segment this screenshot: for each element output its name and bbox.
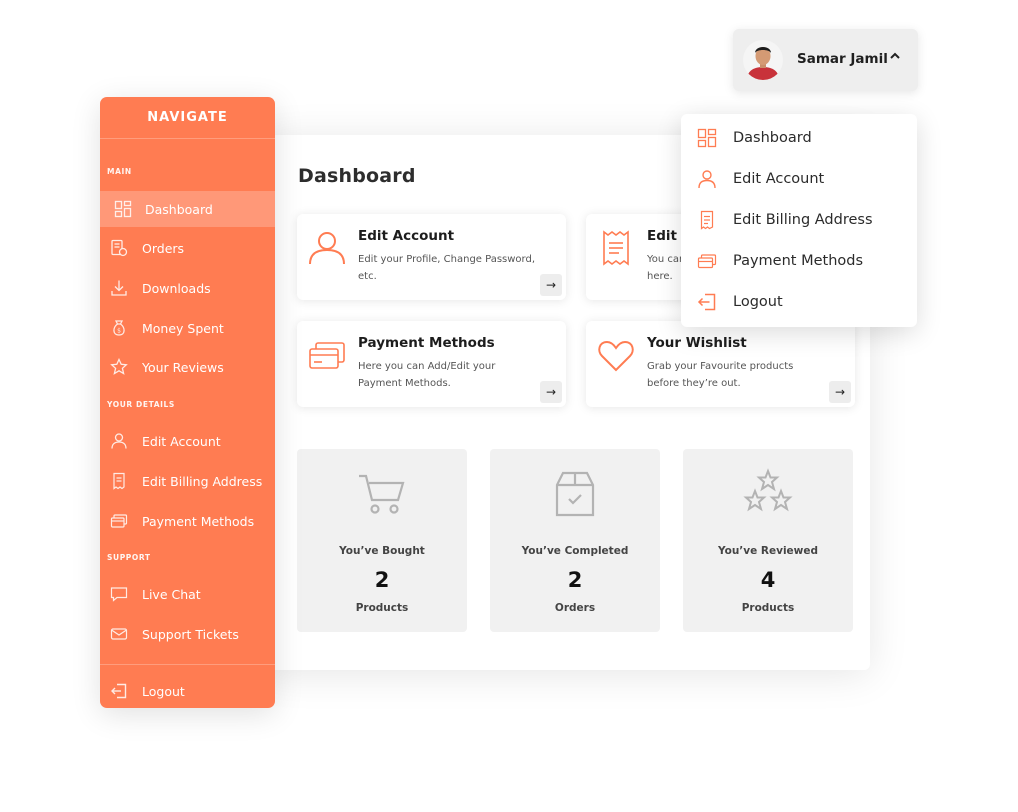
stat-tile-completed: You’ve Completed 2 Orders xyxy=(490,449,660,632)
dropdown-item-label: Edit Billing Address xyxy=(733,212,873,228)
sidebar-item-your-reviews[interactable]: Your Reviews xyxy=(100,349,275,385)
sidebar-item-label: Payment Methods xyxy=(142,513,255,529)
dropdown-item-dashboard[interactable]: Dashboard xyxy=(681,118,917,158)
sidebar-item-label: Edit Billing Address xyxy=(142,473,263,489)
stat-unit: Products xyxy=(741,602,795,614)
sidebar-item-label: Logout xyxy=(142,683,185,699)
user-menu-button[interactable]: Samar Jamil xyxy=(733,29,918,91)
card-description: Grab your Favourite products before they… xyxy=(647,361,794,389)
dropdown-item-label: Edit Account xyxy=(733,171,825,187)
dropdown-item-edit-billing-address[interactable]: Edit Billing Address xyxy=(681,200,917,240)
stat-unit: Orders xyxy=(554,602,596,614)
orders-icon xyxy=(111,239,128,257)
sidebar-item-orders[interactable]: Orders xyxy=(100,230,275,266)
star-icon xyxy=(110,358,128,375)
logout-icon xyxy=(697,293,716,311)
card-your-wishlist[interactable]: Your Wishlist Grab your Favourite produc… xyxy=(586,321,855,407)
section-label-support: SUPPORT xyxy=(107,553,151,562)
stat-value: 4 xyxy=(760,568,776,592)
dashboard-grid-icon xyxy=(114,200,132,218)
stat-value: 2 xyxy=(374,568,390,592)
chat-icon xyxy=(110,587,128,602)
sidebar-item-edit-account[interactable]: Edit Account xyxy=(100,423,275,459)
dropdown-item-edit-account[interactable]: Edit Account xyxy=(681,159,917,199)
arrow-right-button[interactable]: → xyxy=(540,274,562,296)
box-check-icon xyxy=(555,471,595,517)
card-title: Payment Methods xyxy=(358,335,495,351)
chevron-up-icon xyxy=(890,52,900,59)
dropdown-item-label: Dashboard xyxy=(733,130,812,146)
logout-icon xyxy=(111,683,127,699)
user-icon xyxy=(698,170,716,189)
section-label-main: MAIN xyxy=(107,167,132,176)
card-description: Here you can Add/Edit your Payment Metho… xyxy=(358,361,496,389)
sidebar-item-money-spent[interactable]: $ Money Spent xyxy=(100,310,275,346)
sidebar-item-label: Money Spent xyxy=(142,320,224,336)
credit-card-icon xyxy=(110,514,128,528)
credit-card-icon xyxy=(309,342,345,369)
card-title: Edit Account xyxy=(358,228,455,244)
download-icon xyxy=(111,280,127,296)
sidebar-item-label: Live Chat xyxy=(142,586,201,602)
dropdown-item-logout[interactable]: Logout xyxy=(681,282,917,322)
dropdown-item-label: Logout xyxy=(733,294,783,310)
heart-icon xyxy=(598,340,634,372)
avatar xyxy=(743,40,783,80)
dashboard-grid-icon xyxy=(697,128,717,148)
sidebar-item-payment-methods[interactable]: Payment Methods xyxy=(100,503,275,539)
card-title: Your Wishlist xyxy=(647,335,747,351)
sidebar: NAVIGATE MAIN Dashboard Orders Downloads… xyxy=(100,97,275,708)
card-description: Edit your Profile, Change Password, etc. xyxy=(358,254,536,282)
page-title: Dashboard xyxy=(298,165,416,187)
stat-label: You’ve Bought xyxy=(339,545,425,557)
arrow-right-button[interactable]: → xyxy=(829,381,851,403)
cart-icon xyxy=(359,474,405,514)
dropdown-item-label: Payment Methods xyxy=(733,253,864,269)
stat-value: 2 xyxy=(567,568,583,592)
user-icon xyxy=(111,433,127,449)
sidebar-header: NAVIGATE xyxy=(100,97,275,139)
receipt-icon xyxy=(700,210,714,230)
sidebar-item-label: Orders xyxy=(142,240,185,256)
sidebar-item-label: Downloads xyxy=(142,280,211,296)
svg-text:$: $ xyxy=(117,328,121,335)
user-dropdown-menu: Dashboard Edit Account Edit Billing Addr… xyxy=(681,114,917,327)
sidebar-item-support-tickets[interactable]: Support Tickets xyxy=(100,616,275,652)
sidebar-item-label: Support Tickets xyxy=(142,626,239,642)
sidebar-item-downloads[interactable]: Downloads xyxy=(100,270,275,306)
stars-icon xyxy=(743,468,793,512)
stat-label: You’ve Reviewed xyxy=(717,545,819,557)
sidebar-item-label: Dashboard xyxy=(145,201,213,217)
user-name: Samar Jamil xyxy=(797,51,888,67)
credit-card-icon xyxy=(697,254,717,269)
stat-unit: Products xyxy=(355,602,409,614)
sidebar-item-label: Your Reviews xyxy=(142,359,224,375)
sidebar-item-dashboard[interactable]: Dashboard xyxy=(100,191,275,227)
stat-tile-bought: You’ve Bought 2 Products xyxy=(297,449,467,632)
sidebar-divider xyxy=(100,664,275,665)
arrow-right-button[interactable]: → xyxy=(540,381,562,403)
receipt-icon xyxy=(113,472,125,490)
sidebar-item-live-chat[interactable]: Live Chat xyxy=(100,576,275,612)
stat-label: You’ve Completed xyxy=(521,545,629,557)
section-label-your-details: YOUR DETAILS xyxy=(107,400,175,409)
envelope-icon xyxy=(110,628,128,640)
dropdown-item-payment-methods[interactable]: Payment Methods xyxy=(681,241,917,281)
card-payment-methods[interactable]: Payment Methods Here you can Add/Edit yo… xyxy=(297,321,566,407)
sidebar-item-logout[interactable]: Logout xyxy=(100,673,275,709)
receipt-icon xyxy=(603,230,629,266)
card-edit-account[interactable]: Edit Account Edit your Profile, Change P… xyxy=(297,214,566,300)
user-icon xyxy=(309,232,345,265)
money-bag-icon: $ xyxy=(113,320,125,336)
sidebar-item-label: Edit Account xyxy=(142,433,221,449)
stat-tile-reviewed: You’ve Reviewed 4 Products xyxy=(683,449,853,632)
sidebar-item-edit-billing-address[interactable]: Edit Billing Address xyxy=(100,463,275,499)
